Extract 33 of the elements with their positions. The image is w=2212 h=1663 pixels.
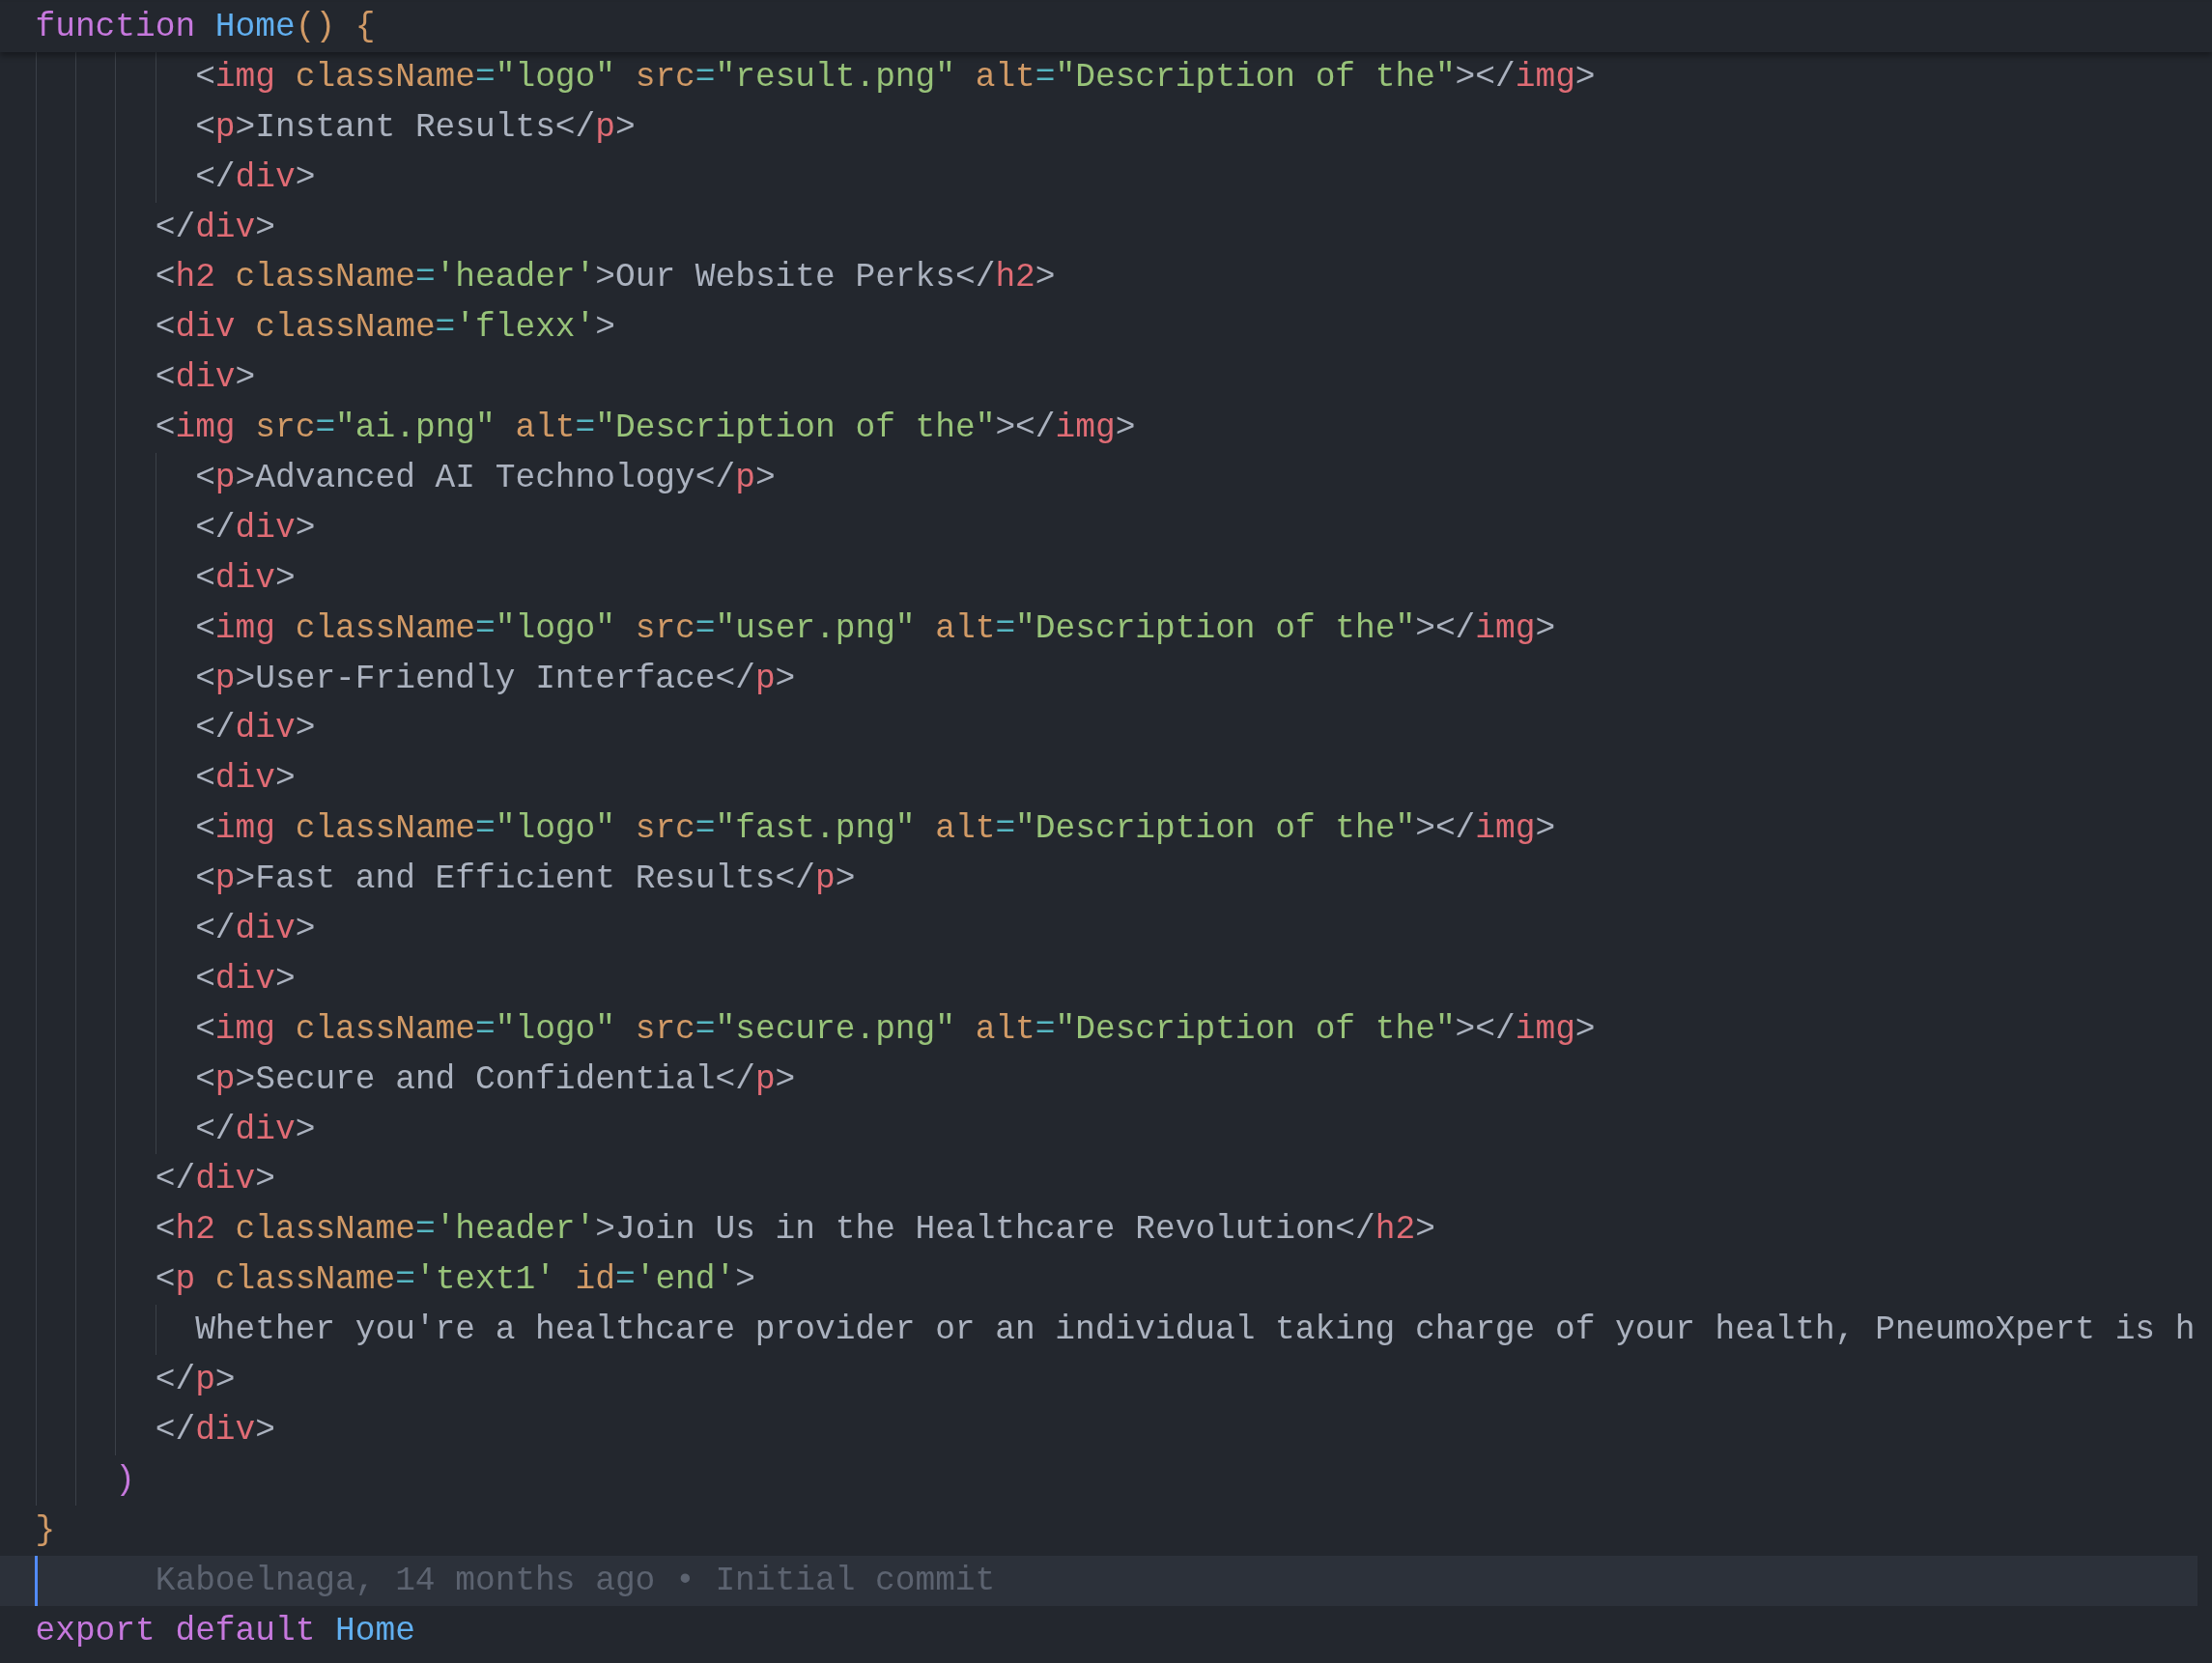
- code-line: </div>: [155, 1409, 275, 1451]
- code-line: <div>: [195, 958, 296, 1000]
- code-line: ): [115, 1459, 136, 1501]
- code-line: <p className='text1' id='end'>: [155, 1259, 755, 1301]
- code-line: <p>User-Friendly Interface</p>: [195, 658, 796, 699]
- code-line: <h2 className='header'>Join Us in the Healthcare Revolution</h2>: [155, 1209, 1435, 1251]
- code-line: </div>: [195, 708, 316, 749]
- code-line: <img src="ai.png" alt="Description of the"></img>: [155, 408, 1136, 449]
- code-line: <div>: [195, 758, 296, 800]
- code-line: </p>: [155, 1360, 236, 1401]
- code-line: </div>: [155, 1159, 275, 1200]
- code-line: <img className="logo" src="secure.png" alt="Description of the"></img>: [195, 1008, 1596, 1050]
- code-line: <div>: [155, 357, 256, 399]
- code-line: <h2 className='header'>Our Website Perks</h2>: [155, 257, 1056, 298]
- code-line: <img className="logo" src="result.png" alt="Description of the"></img>: [195, 56, 1596, 98]
- code-line: <div>: [195, 557, 296, 599]
- code-line: </div>: [195, 156, 316, 198]
- code-line: <p>Fast and Efficient Results</p>: [195, 859, 856, 900]
- code-line: <p>Secure and Confidential</p>: [195, 1058, 796, 1100]
- text-cursor: [35, 1555, 38, 1606]
- code-line: Whether you're a healthcare provider or an individual taking charge of your health, PneumoXpert is h: [195, 1310, 2196, 1351]
- code-line: </div>: [195, 909, 316, 950]
- code-line: <p>Instant Results</p>: [195, 106, 636, 148]
- code-line: </div>: [195, 1109, 316, 1150]
- sticky-scroll-line: function Home() {: [35, 7, 376, 47]
- code-line: <img className="logo" src="fast.png" alt="Description of the"></img>: [195, 808, 1556, 850]
- code-line: </div>: [195, 507, 316, 549]
- code-line: <div className='flexx'>: [155, 307, 615, 349]
- code-line: }: [35, 1509, 56, 1551]
- code-line: <img className="logo" src="user.png" alt="Description of the"></img>: [195, 607, 1556, 649]
- code-line: export default Home: [35, 1610, 415, 1651]
- code-line: </div>: [155, 207, 275, 248]
- code-line: <p>Advanced AI Technology</p>: [195, 458, 776, 498]
